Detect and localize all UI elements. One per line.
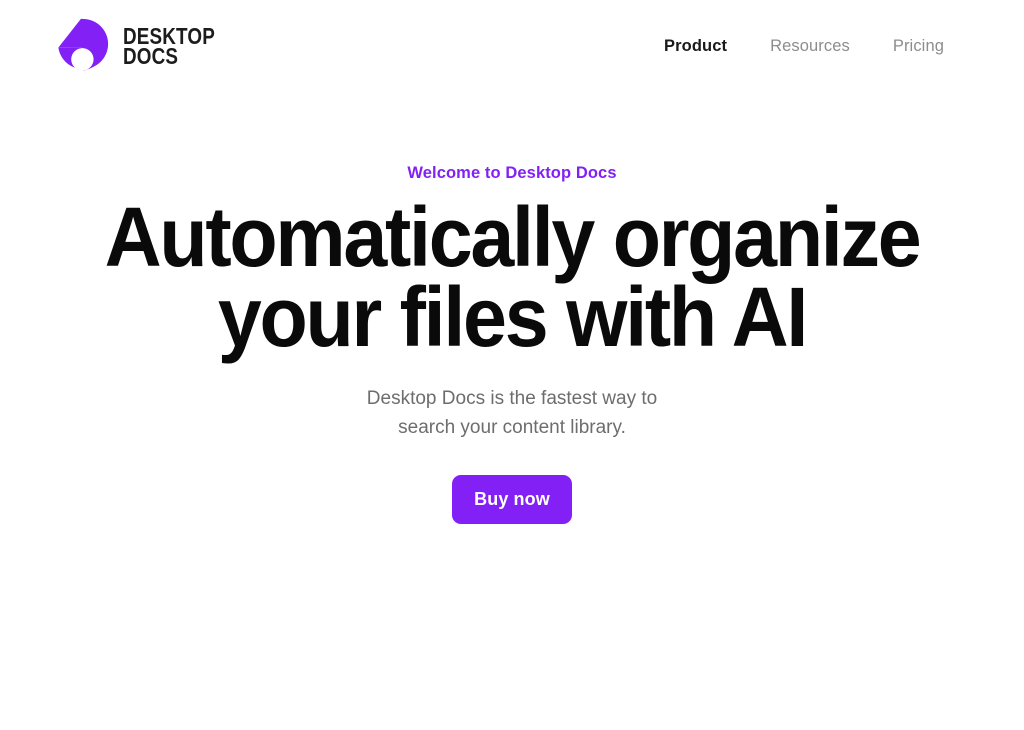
brand-wordmark: DESKTOP DOCS [123,24,235,69]
main-nav: Product Resources Pricing [664,38,944,55]
hero-title-line-2: your files with AI [217,269,808,364]
nav-item-product[interactable]: Product [664,38,727,55]
landing-page: DESKTOP DOCS Product Resources Pricing W… [0,0,1024,730]
nav-item-pricing[interactable]: Pricing [893,38,944,55]
hero-section: Welcome to Desktop Docs Automatically or… [0,92,1024,524]
brand-wordmark-line-2: DOCS [123,43,179,69]
hero-cta-container: Buy now [0,442,1024,524]
hero-title-line-1: Automatically organize [104,189,922,284]
hero-subtitle-line-1: Desktop Docs is the fastest way to [366,388,658,410]
hero-eyebrow: Welcome to Desktop Docs [407,164,617,182]
site-header: DESKTOP DOCS Product Resources Pricing [0,0,1024,92]
buy-now-button[interactable]: Buy now [452,474,572,524]
nav-item-resources[interactable]: Resources [770,38,850,55]
brand-logo-link[interactable]: DESKTOP DOCS [54,17,235,75]
hero-subtitle-line-2: search your content library. [398,416,626,438]
hero-subtitle: Desktop Docs is the fastest way to searc… [0,357,1024,441]
page-title: Automatically organize your files with A… [0,184,1024,364]
desktop-docs-logo-icon [58,18,109,71]
